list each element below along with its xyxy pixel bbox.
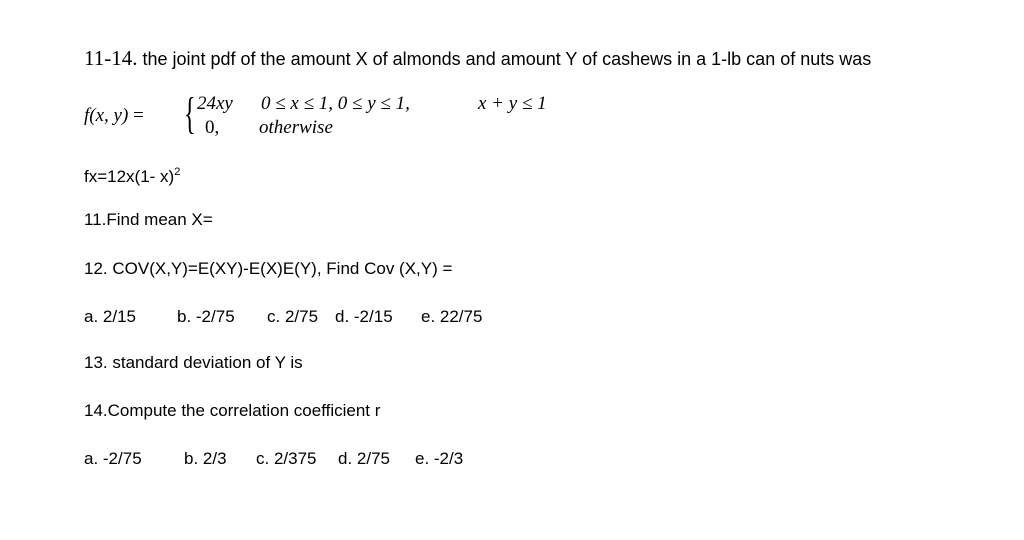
option-c: c. 2/375 [256,449,317,468]
formula-case2-condition: otherwise [259,117,333,138]
problem-number: 11-14. [84,46,138,70]
problem-intro: the joint pdf of the amount X of almonds… [137,49,872,69]
option-b: b. 2/3 [184,449,227,468]
option-c: c. 2/75 [267,307,319,326]
formula-brace: { [184,89,196,138]
question-14: 14.Compute the correlation coefficient r [84,401,381,420]
option-a: a. -2/75 [84,449,142,468]
question-12-options: a. 2/15 b. -2/75 c. 2/75 d. -2/15 e. 22/75 [84,307,482,327]
formula-lhs: f(x, y) = [84,105,144,127]
option-a: a. 2/15 [84,307,136,326]
question-13: 13. standard deviation of Y is [84,353,303,372]
marginal-pdf-text: fx=12x(1- x) [84,167,175,186]
question-11: 11.Find mean X= [84,210,213,229]
option-e: e. -2/3 [415,449,464,468]
option-e: e. 22/75 [421,307,483,326]
formula-equals: = [128,105,144,126]
marginal-pdf-exponent: 2 [174,166,181,178]
formula-case1-extra-condition: x + y ≤ 1 [478,93,547,114]
option-d: d. -2/15 [335,307,393,326]
formula-case1-condition: 0 ≤ x ≤ 1, 0 ≤ y ≤ 1, [261,93,410,114]
formula-lhs-text: f(x, y) [84,105,129,126]
formula-case2-expression: 0, [205,117,220,138]
formula-case1-expression: 24xy [197,93,233,114]
joint-pdf-formula: f(x, y) = { 24xy 0 ≤ x ≤ 1, 0 ≤ y ≤ 1, x… [84,92,644,142]
problem-header: 11-14. the joint pdf of the amount X of … [84,46,872,70]
option-b: b. -2/75 [177,307,235,326]
question-12: 12. COV(X,Y)=E(XY)-E(X)E(Y), Find Cov (X… [84,259,453,278]
marginal-pdf: fx=12x(1- x)2 [84,162,180,187]
question-14-options: a. -2/75 b. 2/3 c. 2/375 d. 2/75 e. -2/3 [84,449,463,469]
option-d: d. 2/75 [338,449,390,468]
